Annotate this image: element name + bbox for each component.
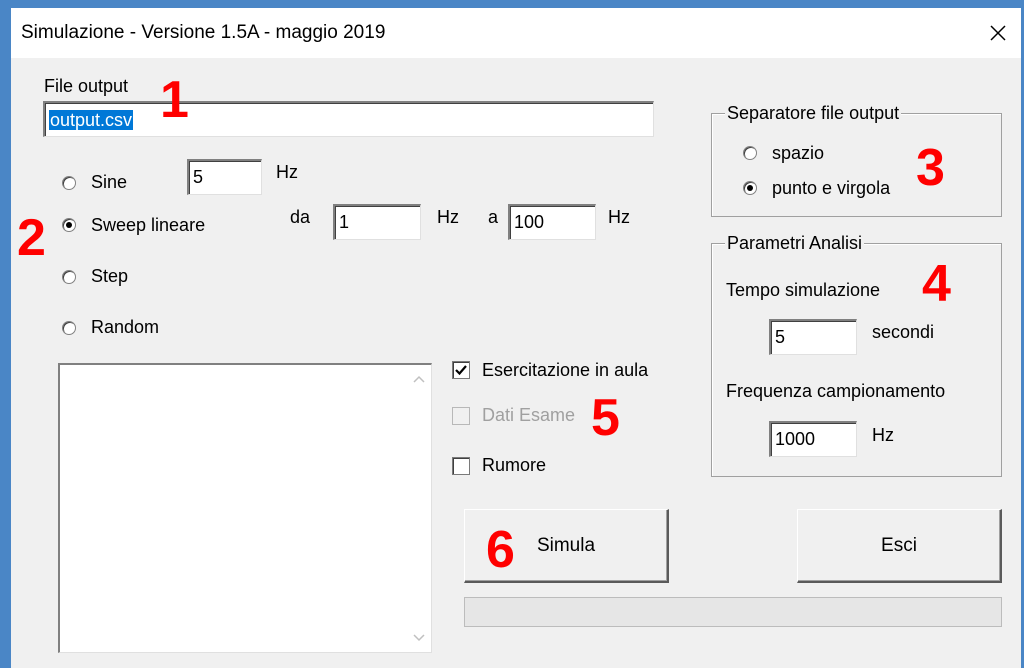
progress-bar	[464, 597, 1002, 627]
window-border-top	[0, 0, 1024, 8]
sweep-to-input[interactable]: 100	[508, 204, 596, 240]
annotation-2: 2	[17, 209, 46, 267]
frequenza-campionamento-input[interactable]: 1000	[769, 421, 857, 457]
frequenza-campionamento-unit: Hz	[872, 425, 894, 445]
radio-spazio[interactable]	[743, 146, 757, 160]
radio-random-label: Random	[91, 317, 160, 337]
annotation-1: 1	[160, 71, 189, 129]
tempo-simulazione-unit: secondi	[872, 322, 935, 342]
scroll-up-icon[interactable]	[413, 375, 425, 383]
sweep-from-unit: Hz	[437, 207, 459, 227]
sweep-to-unit: Hz	[608, 207, 630, 227]
sweep-from-input[interactable]: 1	[333, 204, 421, 240]
separator-group	[711, 113, 1002, 217]
window-border-left	[0, 0, 11, 668]
esci-button-label: Esci	[881, 534, 917, 556]
simulation-window: Simulazione - Versione 1.5A - maggio 201…	[0, 0, 1024, 668]
annotation-4: 4	[922, 255, 951, 313]
simula-button-label: Simula	[536, 534, 596, 556]
radio-sine[interactable]	[62, 176, 76, 190]
checkbox-esercitazione[interactable]	[452, 361, 470, 379]
checkbox-esercitazione-label: Esercitazione in aula	[482, 360, 649, 380]
checkmark-icon	[455, 365, 467, 376]
close-button[interactable]	[975, 8, 1021, 58]
annotation-3: 3	[916, 139, 945, 197]
scroll-down-icon[interactable]	[413, 634, 425, 642]
file-output-input[interactable]: output.csv	[43, 101, 654, 137]
close-icon	[990, 25, 1006, 41]
esci-button[interactable]: Esci	[797, 509, 1002, 583]
sweep-to-label: a	[488, 207, 499, 227]
sine-frequency-input[interactable]: 5	[187, 159, 262, 195]
tempo-simulazione-label: Tempo simulazione	[726, 280, 881, 300]
checkbox-rumore-label: Rumore	[482, 455, 547, 475]
radio-random[interactable]	[62, 321, 76, 335]
separator-group-title: Separatore file output	[725, 103, 902, 124]
radio-spazio-label: spazio	[772, 143, 825, 163]
checkbox-dati-esame-label: Dati Esame	[482, 405, 576, 425]
radio-step-label: Step	[91, 266, 129, 286]
radio-step[interactable]	[62, 270, 76, 284]
radio-sine-label: Sine	[91, 172, 128, 192]
file-output-value: output.csv	[49, 110, 134, 130]
params-group-title: Parametri Analisi	[725, 233, 865, 254]
annotation-6: 6	[486, 521, 515, 579]
checkbox-dati-esame	[452, 407, 470, 425]
radio-punto-e-virgola[interactable]	[743, 181, 757, 195]
radio-sweep-lineare-label: Sweep lineare	[91, 215, 206, 235]
frequenza-campionamento-label: Frequenza campionamento	[726, 381, 946, 401]
annotation-5: 5	[591, 389, 620, 447]
tempo-simulazione-input[interactable]: 5	[769, 319, 857, 355]
radio-punto-e-virgola-label: punto e virgola	[772, 178, 891, 198]
checkbox-rumore[interactable]	[452, 457, 470, 475]
output-listbox[interactable]	[58, 363, 432, 653]
sweep-from-label: da	[290, 207, 311, 227]
sine-frequency-unit: Hz	[276, 162, 298, 182]
title-bar[interactable]: Simulazione - Versione 1.5A - maggio 201…	[11, 8, 1021, 58]
file-output-label: File output	[44, 76, 129, 96]
radio-sweep-lineare[interactable]	[62, 218, 76, 232]
window-title: Simulazione - Versione 1.5A - maggio 201…	[21, 22, 386, 43]
